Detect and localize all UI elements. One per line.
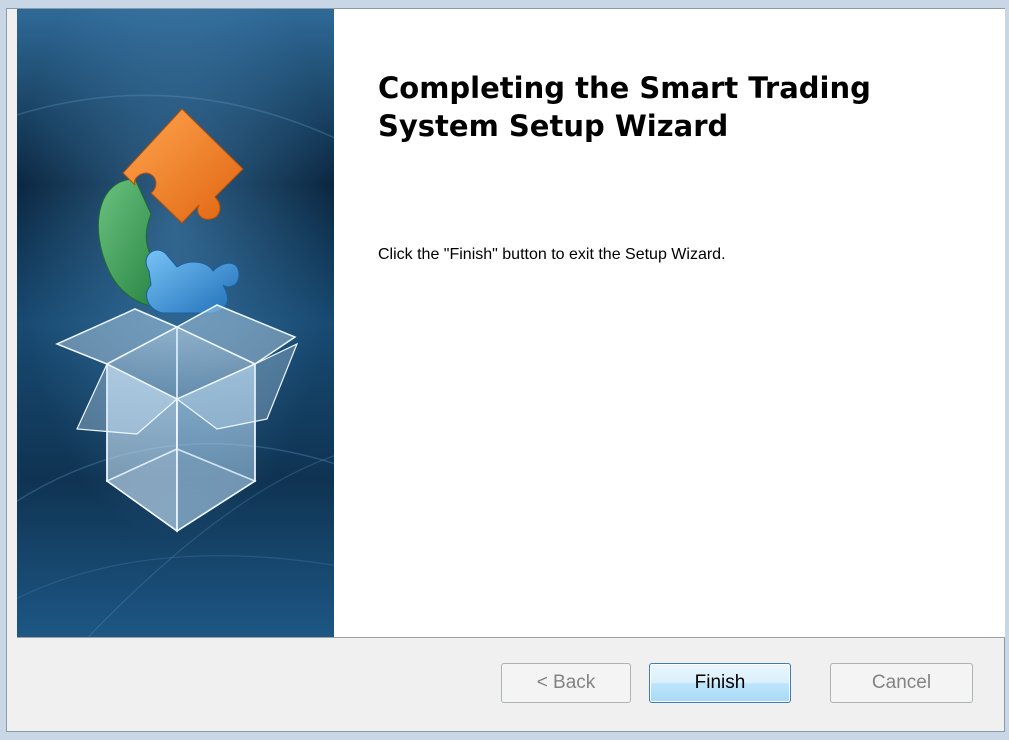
instruction-text: Click the "Finish" button to exit the Se… bbox=[378, 246, 726, 263]
wizard-banner-image bbox=[17, 9, 334, 637]
puzzle-box-illustration bbox=[17, 9, 334, 637]
wizard-content-panel: Completing the Smart Trading System Setu… bbox=[17, 9, 1005, 638]
page-title: Completing the Smart Trading System Setu… bbox=[378, 71, 871, 143]
setup-wizard-window: Completing the Smart Trading System Setu… bbox=[6, 8, 1005, 732]
finish-button[interactable]: Finish bbox=[649, 663, 791, 703]
back-button[interactable]: < Back bbox=[501, 663, 631, 703]
cancel-button[interactable]: Cancel bbox=[830, 663, 973, 703]
wizard-button-bar: < Back Finish Cancel bbox=[7, 638, 1004, 731]
